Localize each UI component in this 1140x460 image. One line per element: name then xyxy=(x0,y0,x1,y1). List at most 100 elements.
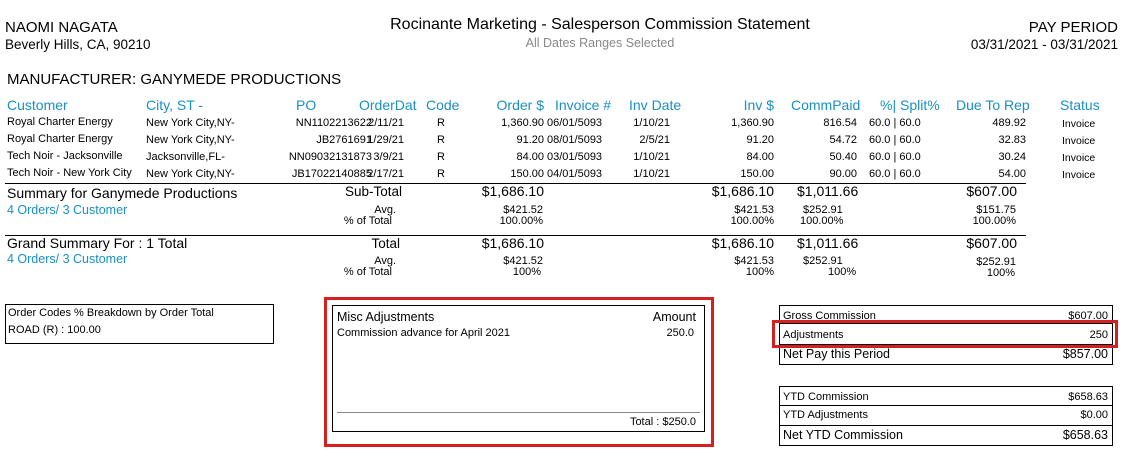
misc-adjustments-box: Misc Adjustments Amount Commission advan… xyxy=(332,305,705,432)
misc-item-desc: Commission advance for April 2021 xyxy=(337,327,511,339)
col-inv: Inv $ xyxy=(743,97,774,113)
misc-title: Misc Adjustments xyxy=(337,310,435,324)
cell-commpaid: 90.00 xyxy=(829,168,857,180)
col-invdate: Inv Date xyxy=(629,97,682,113)
col-city: City, ST - xyxy=(146,97,204,113)
ytd-commission-label: YTD Commission xyxy=(783,391,869,403)
summary-title: Summary for Ganymede Productions xyxy=(7,185,238,201)
cell-invoice: 03/01/5093 xyxy=(547,151,603,163)
salesperson-address: Beverly Hills, CA, 90210 xyxy=(5,37,151,52)
adjustments-highlight xyxy=(772,320,1118,348)
statement-subtitle: All Dates Ranges Selected xyxy=(525,36,675,50)
cell-customer: Royal Charter Energy xyxy=(7,133,113,145)
cell-orderdate: 3/9/21 xyxy=(373,151,404,163)
cell-due: 32.83 xyxy=(998,134,1026,146)
cell-inv: 1,360.90 xyxy=(731,117,774,129)
misc-total-divider xyxy=(337,412,700,413)
col-order: Order $ xyxy=(496,97,544,113)
cell-split: 60.0 | 60.0 xyxy=(869,151,921,163)
cell-invdate: 1/10/21 xyxy=(633,151,670,163)
col-orderdate: OrderDat xyxy=(359,97,417,113)
order-codes-line: ROAD (R) : 100.00 xyxy=(8,324,101,336)
salesperson-name: NAOMI NAGATA xyxy=(5,19,118,36)
cell-commpaid: 50.40 xyxy=(829,151,857,163)
cell-city: New York City,NY- xyxy=(146,168,235,180)
cell-inv: 91.20 xyxy=(746,134,774,146)
cell-split: 60.0 | 60.0 xyxy=(869,134,921,146)
cell-invdate: 1/10/21 xyxy=(633,168,670,180)
grand-order-total: $1,686.10 xyxy=(481,235,544,251)
cell-invdate: 1/10/21 xyxy=(633,117,670,129)
cell-code: R xyxy=(437,168,445,180)
summary-inv-pct: 100.00% xyxy=(730,215,774,227)
cell-invoice: 04/01/5093 xyxy=(547,168,603,180)
misc-amount-label: Amount xyxy=(652,310,696,324)
grand-inv-pct: 100% xyxy=(745,266,774,278)
col-commpaid: CommPaid xyxy=(791,97,861,113)
ytd-adjustments-label: YTD Adjustments xyxy=(783,409,868,421)
col-split: %| Split% xyxy=(880,97,940,113)
pay-period-value: 03/31/2021 - 03/31/2021 xyxy=(970,37,1118,52)
cell-inv: 84.00 xyxy=(746,151,774,163)
grand-inv-total: $1,686.10 xyxy=(711,235,774,251)
summary-due-total: $607.00 xyxy=(966,183,1017,199)
col-invoice: Invoice # xyxy=(555,97,612,113)
cell-invoice: 06/01/5093 xyxy=(547,117,603,129)
cell-customer: Royal Charter Energy xyxy=(7,116,113,128)
grand-comm-pct: 100% xyxy=(828,266,857,278)
cell-orderdate: 2/11/21 xyxy=(368,117,404,129)
ytd-commission-value: $658.63 xyxy=(1068,391,1108,403)
ytd-divider-1 xyxy=(780,405,1112,406)
cell-split: 60.0 | 60.0 xyxy=(869,117,921,129)
col-status: Status xyxy=(1060,97,1100,113)
cell-city: Jacksonville,FL- xyxy=(146,151,225,163)
net-ytd-value: $658.63 xyxy=(1062,428,1108,442)
cell-status: Invoice xyxy=(1062,135,1096,147)
cell-order: 91.20 xyxy=(516,134,544,146)
grand-order-pct: 100% xyxy=(512,266,541,278)
pay-period-label: PAY PERIOD xyxy=(1028,19,1118,36)
summary-order-total: $1,686.10 xyxy=(481,183,544,199)
cell-order: 1,360.90 xyxy=(501,117,544,129)
summary-subtotal-label: Sub-Total xyxy=(344,184,402,199)
cell-code: R xyxy=(437,117,445,129)
net-ytd-label: Net YTD Commission xyxy=(783,428,903,442)
ytd-divider-2 xyxy=(780,425,1112,426)
cell-order: 84.00 xyxy=(516,151,544,163)
cell-orderdate: 1/29/21 xyxy=(367,134,404,146)
ytd-summary-box: YTD Commission $658.63 YTD Adjustments $… xyxy=(779,386,1113,446)
cell-invoice: 08/01/5093 xyxy=(547,134,603,146)
misc-item-amount: 250.0 xyxy=(666,327,694,339)
grand-counts: 4 Orders/ 3 Customer xyxy=(7,252,128,266)
summary-inv-total: $1,686.10 xyxy=(711,183,774,199)
net-pay-label: Net Pay this Period xyxy=(783,347,890,361)
col-code: Code xyxy=(426,97,460,113)
ytd-adjustments-value: $0.00 xyxy=(1080,409,1108,421)
summary-comm-pct: 100.00% xyxy=(800,215,844,227)
cell-commpaid: 816.54 xyxy=(823,117,857,129)
cell-due: 54.00 xyxy=(998,168,1026,180)
statement-title: Rocinante Marketing - Salesperson Commis… xyxy=(390,16,810,33)
cell-code: R xyxy=(437,134,445,146)
order-codes-title: Order Codes % Breakdown by Order Total xyxy=(8,307,214,319)
cell-invdate: 2/5/21 xyxy=(639,134,670,146)
grand-comm-total: $1,011.66 xyxy=(797,235,859,251)
cell-customer: Tech Noir - New York City xyxy=(7,167,132,179)
summary-comm-total: $1,011.66 xyxy=(797,183,859,199)
cell-order: 150.00 xyxy=(510,168,544,180)
cell-due: 489.92 xyxy=(992,117,1026,129)
col-due: Due To Rep xyxy=(956,97,1030,113)
col-customer: Customer xyxy=(7,97,68,113)
cell-status: Invoice xyxy=(1062,152,1096,164)
net-pay-value: $857.00 xyxy=(1062,347,1108,361)
cell-status: Invoice xyxy=(1062,169,1096,181)
manufacturer-heading: MANUFACTURER: GANYMEDE PRODUCTIONS xyxy=(7,71,342,88)
summary-due-pct: 100.00% xyxy=(972,215,1016,227)
cell-due: 30.24 xyxy=(998,151,1026,163)
grand-pct-label: % of Total xyxy=(343,266,392,278)
col-po: PO xyxy=(296,97,317,113)
cell-code: R xyxy=(437,151,445,163)
cell-status: Invoice xyxy=(1062,118,1096,130)
cell-city: New York City,NY- xyxy=(146,134,235,146)
cell-commpaid: 54.72 xyxy=(829,134,857,146)
